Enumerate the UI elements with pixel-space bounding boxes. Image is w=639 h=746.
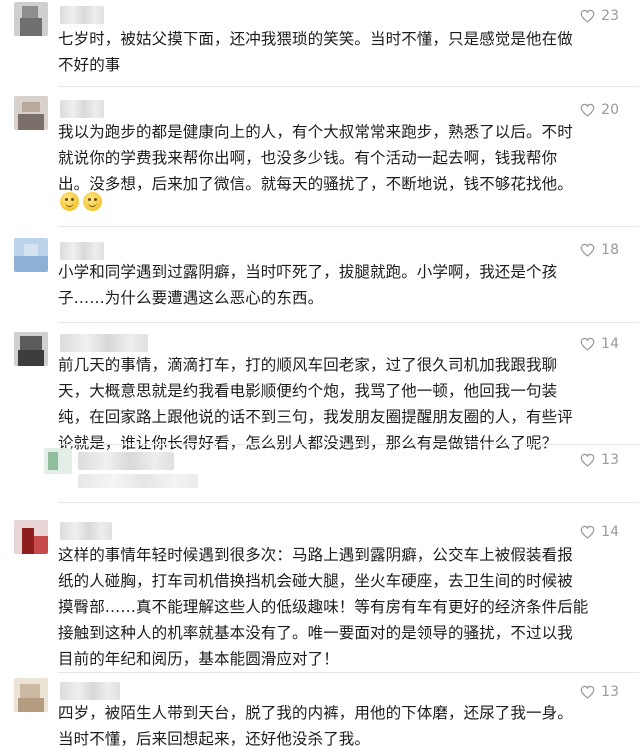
username-blurred[interactable]: [78, 452, 174, 470]
smile-emoji: [83, 192, 102, 211]
like-button[interactable]: 18: [580, 242, 619, 258]
like-count: 13: [601, 452, 619, 468]
heart-outline-icon: [580, 337, 595, 351]
comment-item: 18 小学和同学遇到过露阴癖，当时吓死了，拔腿就跑。小学啊，我还是个孩 子……为…: [0, 226, 639, 322]
comment-item: 20 我以为跑步的都是健康向上的人，有个大叔常常来跑步，熟悉了以后。不时 就说你…: [0, 86, 639, 226]
avatar[interactable]: [44, 448, 72, 474]
heart-outline-icon: [580, 103, 595, 117]
comment-item: 13 四岁，被陌生人带到天台，脱了我的内裤，用他的下体磨，还尿了我一身。 当时不…: [0, 672, 639, 746]
emoji-row: [60, 192, 106, 211]
comment-item: 14 前几天的事情，滴滴打车，打的顺风车回老家，过了很久司机加我跟我聊 天，大概…: [0, 322, 639, 452]
username-blurred[interactable]: [60, 100, 104, 118]
heart-outline-icon: [580, 243, 595, 257]
like-count: 14: [601, 336, 619, 352]
username-blurred[interactable]: [60, 682, 120, 700]
avatar[interactable]: [14, 520, 48, 554]
comment-item: 14 这样的事情年轻时候遇到很多次：马路上遇到露阴癖，公交车上被假装看报 纸的人…: [0, 502, 639, 672]
like-count: 20: [601, 102, 619, 118]
username-blurred[interactable]: [60, 242, 104, 260]
heart-outline-icon: [580, 685, 595, 699]
comment-text: 四岁，被陌生人带到天台，脱了我的内裤，用他的下体磨，还尿了我一身。 当时不懂，后…: [58, 704, 573, 746]
like-count: 18: [601, 242, 619, 258]
heart-outline-icon: [580, 9, 595, 23]
comment-text: 前几天的事情，滴滴打车，打的顺风车回老家，过了很久司机加我跟我聊 天，大概意思就…: [58, 356, 573, 452]
avatar[interactable]: [14, 238, 48, 272]
username-blurred[interactable]: [60, 6, 104, 24]
like-count: 23: [601, 8, 619, 24]
like-button[interactable]: 23: [580, 8, 619, 24]
like-button[interactable]: 14: [580, 336, 619, 352]
username-blurred[interactable]: [60, 522, 112, 540]
heart-outline-icon: [580, 453, 595, 467]
like-count: 13: [601, 684, 619, 700]
username-blurred[interactable]: [60, 334, 148, 352]
avatar[interactable]: [14, 2, 48, 36]
like-button[interactable]: 13: [580, 452, 619, 468]
comment-text: 小学和同学遇到过露阴癖，当时吓死了，拔腿就跑。小学啊，我还是个孩 子……为什么要…: [58, 263, 558, 307]
comment-item: 23 七岁时，被姑父摸下面，还冲我猥琐的笑笑。当时不懂，只是感觉是他在做 不好的…: [0, 0, 639, 86]
smile-emoji: [60, 192, 79, 211]
avatar[interactable]: [14, 96, 48, 130]
comment-text: 七岁时，被姑父摸下面，还冲我猥琐的笑笑。当时不懂，只是感觉是他在做 不好的事: [58, 30, 573, 74]
comment-item: 13: [0, 444, 639, 502]
like-count: 14: [601, 524, 619, 540]
comment-text: 这样的事情年轻时候遇到很多次：马路上遇到露阴癖，公交车上被假装看报 纸的人碰胸，…: [58, 546, 589, 668]
heart-outline-icon: [580, 525, 595, 539]
like-button[interactable]: 14: [580, 524, 619, 540]
like-button[interactable]: 20: [580, 102, 619, 118]
comment-text: 我以为跑步的都是健康向上的人，有个大叔常常来跑步，熟悉了以后。不时 就说你的学费…: [58, 123, 573, 193]
comment-text-blurred: [78, 474, 198, 488]
like-button[interactable]: 13: [580, 684, 619, 700]
avatar[interactable]: [14, 678, 48, 712]
avatar[interactable]: [14, 332, 48, 366]
